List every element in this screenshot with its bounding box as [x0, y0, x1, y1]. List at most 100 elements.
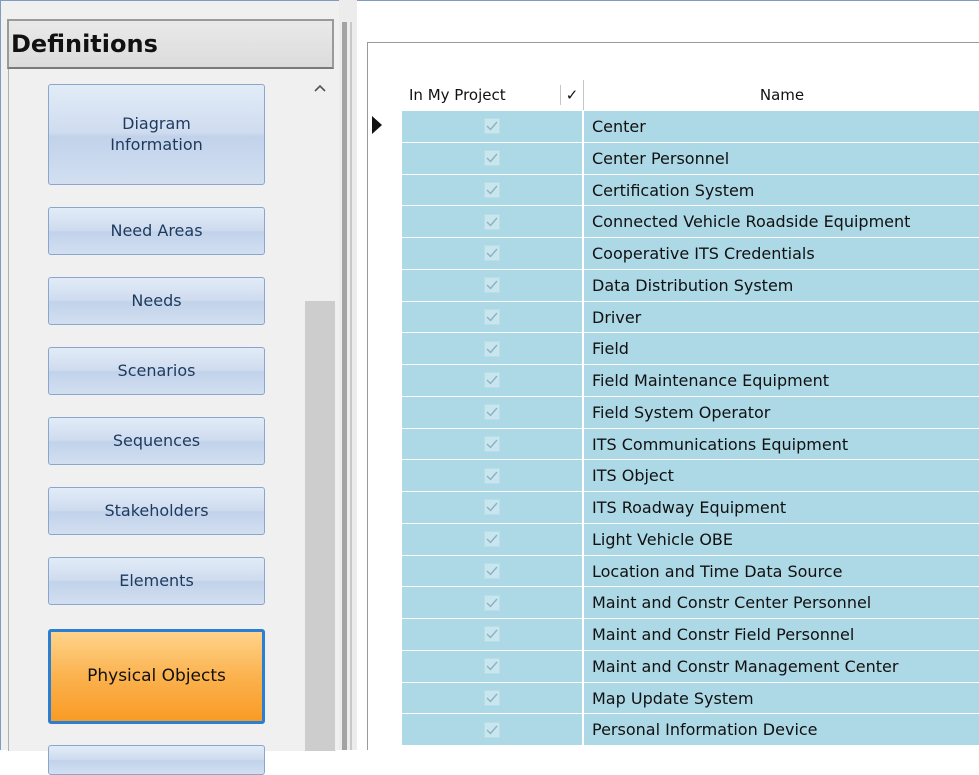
checkmark-icon: [484, 467, 500, 484]
table-row[interactable]: Driver: [402, 301, 979, 334]
checkmark-icon: [484, 277, 500, 294]
in-my-project-checkbox[interactable]: [402, 396, 582, 429]
in-my-project-checkbox[interactable]: [402, 492, 582, 524]
needs-button[interactable]: Needs: [48, 277, 265, 325]
button-label: Stakeholders: [104, 500, 209, 520]
scenarios-button[interactable]: Scenarios: [48, 347, 265, 395]
name-cell[interactable]: Field Maintenance Equipment: [583, 365, 979, 397]
in-my-project-checkbox[interactable]: [402, 111, 582, 143]
in-my-project-checkbox[interactable]: [402, 587, 582, 619]
checkmark-icon: [484, 372, 500, 389]
in-my-project-checkbox[interactable]: [402, 650, 582, 683]
name-cell[interactable]: ITS Object: [583, 460, 979, 492]
vertical-scrollbar[interactable]: [305, 69, 335, 751]
splitter-bar: [342, 22, 347, 750]
table-row[interactable]: Connected Vehicle Roadside Equipment: [402, 206, 979, 238]
name-cell[interactable]: Center: [583, 111, 979, 143]
name-cell[interactable]: ITS Communications Equipment: [583, 428, 979, 461]
checkmark-icon: [484, 245, 500, 262]
checkmark-icon: [484, 499, 500, 516]
name-cell[interactable]: Center Personnel: [583, 142, 979, 175]
in-my-project-checkbox[interactable]: [402, 460, 582, 492]
checkmark-icon: [484, 721, 500, 738]
checkmark-icon: [484, 181, 500, 198]
name-cell[interactable]: Connected Vehicle Roadside Equipment: [583, 206, 979, 238]
in-my-project-checkbox[interactable]: [402, 269, 582, 302]
name-cell[interactable]: Maint and Constr Management Center: [583, 650, 979, 683]
name-cell[interactable]: Maint and Constr Center Personnel: [583, 587, 979, 619]
checkmark-icon: [484, 594, 500, 611]
in-my-project-checkbox[interactable]: [402, 301, 582, 334]
column-header-in-my-project[interactable]: In My Project: [402, 80, 582, 110]
table-row[interactable]: Field Maintenance Equipment: [402, 365, 979, 397]
checkmark-icon: [484, 562, 500, 579]
table-row[interactable]: ITS Communications Equipment: [402, 428, 979, 461]
checkmark-icon: [484, 118, 500, 135]
in-my-project-checkbox[interactable]: [402, 142, 582, 175]
name-cell[interactable]: Personal Information Device: [583, 714, 979, 746]
in-my-project-checkbox[interactable]: [402, 206, 582, 238]
button-label: Physical Objects: [87, 666, 226, 687]
table-row[interactable]: Location and Time Data Source: [402, 555, 979, 588]
table-row[interactable]: Center: [402, 111, 979, 143]
in-my-project-checkbox[interactable]: [402, 619, 582, 651]
button-label: Need Areas: [110, 220, 203, 240]
name-cell[interactable]: Map Update System: [583, 682, 979, 715]
sequences-button[interactable]: Sequences: [48, 417, 265, 465]
table-row[interactable]: Personal Information Device: [402, 714, 979, 746]
table-row[interactable]: Certification System: [402, 174, 979, 207]
definitions-panel: Definitions Diagram Information Need Are…: [0, 0, 339, 775]
checkmark-icon: [484, 626, 500, 643]
button-label: Needs: [131, 290, 182, 310]
chevron-up-icon[interactable]: [305, 77, 335, 99]
in-my-project-checkbox[interactable]: [402, 365, 582, 397]
name-cell[interactable]: Certification System: [583, 174, 979, 207]
table-row[interactable]: Field System Operator: [402, 396, 979, 429]
stakeholders-button[interactable]: Stakeholders: [48, 487, 265, 535]
table-row[interactable]: Data Distribution System: [402, 269, 979, 302]
name-cell[interactable]: Cooperative ITS Credentials: [583, 238, 979, 270]
name-cell[interactable]: Field System Operator: [583, 396, 979, 429]
table-row[interactable]: Center Personnel: [402, 142, 979, 175]
table-row[interactable]: Field: [402, 333, 979, 365]
grid-header: In My Project ✓ Name: [402, 80, 979, 110]
in-my-project-checkbox[interactable]: [402, 555, 582, 588]
scrollbar-thumb[interactable]: [305, 301, 335, 751]
table-row[interactable]: Light Vehicle OBE: [402, 523, 979, 556]
physical-objects-button[interactable]: Physical Objects: [48, 629, 265, 724]
in-my-project-checkbox[interactable]: [402, 714, 582, 746]
table-row[interactable]: Map Update System: [402, 682, 979, 715]
need-areas-button[interactable]: Need Areas: [48, 207, 265, 255]
splitter-bar: [350, 22, 352, 750]
in-my-project-checkbox[interactable]: [402, 682, 582, 715]
checkmark-icon: [484, 689, 500, 706]
diagram-information-button[interactable]: Diagram Information: [48, 84, 265, 185]
current-row-indicator-icon: [372, 116, 382, 134]
column-header-check[interactable]: ✓: [560, 85, 583, 105]
in-my-project-checkbox[interactable]: [402, 238, 582, 270]
panel-splitter[interactable]: [339, 0, 357, 750]
in-my-project-checkbox[interactable]: [402, 333, 582, 365]
table-row[interactable]: Maint and Constr Center Personnel: [402, 587, 979, 619]
name-cell[interactable]: Maint and Constr Field Personnel: [583, 619, 979, 651]
name-cell[interactable]: ITS Roadway Equipment: [583, 492, 979, 524]
table-row[interactable]: Cooperative ITS Credentials: [402, 238, 979, 270]
table-row[interactable]: ITS Object: [402, 460, 979, 492]
checkmark-icon: [484, 150, 500, 167]
table-row[interactable]: Maint and Constr Management Center: [402, 650, 979, 683]
name-cell[interactable]: Location and Time Data Source: [583, 555, 979, 588]
checkmark-icon: [484, 658, 500, 675]
in-my-project-checkbox[interactable]: [402, 174, 582, 207]
table-row[interactable]: Maint and Constr Field Personnel: [402, 619, 979, 651]
column-header-name[interactable]: Name: [583, 80, 979, 110]
name-cell[interactable]: Driver: [583, 301, 979, 334]
elements-button[interactable]: Elements: [48, 557, 265, 605]
name-cell[interactable]: Light Vehicle OBE: [583, 523, 979, 556]
table-row[interactable]: ITS Roadway Equipment: [402, 492, 979, 524]
name-cell[interactable]: Data Distribution System: [583, 269, 979, 302]
checkmark-icon: [484, 308, 500, 325]
name-cell[interactable]: Field: [583, 333, 979, 365]
in-my-project-checkbox[interactable]: [402, 428, 582, 461]
checkmark-icon: [484, 213, 500, 230]
in-my-project-checkbox[interactable]: [402, 523, 582, 556]
